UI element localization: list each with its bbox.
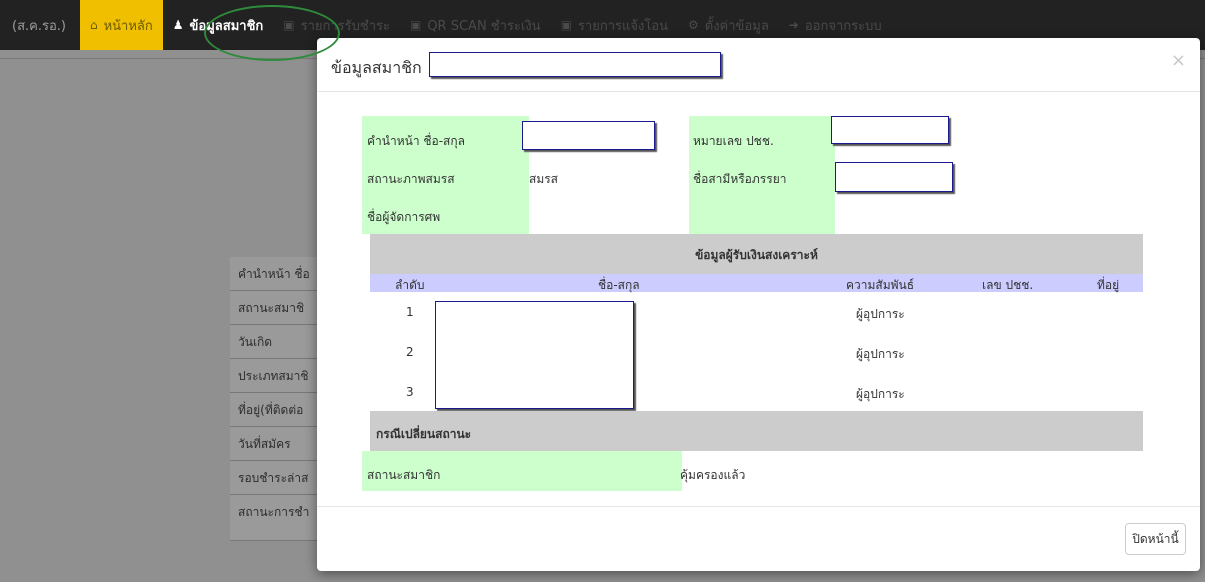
nav-member-info-label: ข้อมูลสมาชิก [189,18,264,34]
bg-row: วันเกิด [230,325,320,359]
nav-logout-label: ออกจากระบบ [804,18,882,34]
beneficiary-column-header: ลำดับ ชื่อ-สกุล ความสัมพันธ์ เลข ปชช. ที… [370,274,1143,292]
close-icon[interactable]: × [1171,50,1186,71]
beneficiary-section-header: ข้อมูลผู้รับเงินสงเคราะห์ [370,234,1143,274]
member-status-value: คุ้มครองแล้ว [680,468,746,482]
bg-row: รอบชำระล่าส [230,461,320,495]
bg-row: ที่อยู่(ที่ติดต่อ [230,393,320,427]
modal-header: ข้อมูลสมาชิก × [317,38,1200,92]
nav-transfer-label: รายการแจ้งโอน [577,18,668,34]
redacted-member-name [429,52,721,77]
beneficiary-row-relation: ผู้อุปการะ [856,307,905,321]
background-member-table: คำนำหน้า ชื่อ สถานะสมาชิ วันเกิด ประเภทส… [230,257,320,541]
col-no: ลำดับ [395,278,425,292]
beneficiary-row-relation: ผู้อุปการะ [856,387,905,401]
redacted-name-value [522,121,655,150]
logout-icon: ➜ [788,18,799,32]
nav-member-info[interactable]: ♟ ข้อมูลสมาชิก [163,0,274,50]
bg-row: ประเภทสมาชิ [230,359,320,393]
spouse-label: ชื่อสามีหรือภรรยา [693,172,787,186]
beneficiary-row-no: 3 [406,385,414,399]
col-name: ชื่อ-สกุล [598,278,640,292]
nav-payments-label: รายการรับชำระ [300,18,390,34]
col-relation: ความสัมพันธ์ [846,278,915,292]
redacted-spouse-value [835,162,953,192]
redacted-citizen-id-value [831,116,949,144]
modal-footer: ปิดหน้านี้ [317,506,1200,571]
close-page-button[interactable]: ปิดหน้านี้ [1125,523,1186,555]
qr-icon: ▣ [409,18,422,32]
bg-row: คำนำหน้า ชื่อ [230,257,320,291]
payments-icon: ▣ [283,18,295,32]
gear-icon: ⚙ [688,18,699,32]
funeral-manager-label: ชื่อผู้จัดการศพ [367,210,441,224]
redacted-beneficiary-names [435,301,634,409]
home-icon: ⌂ [89,18,98,32]
brand-label[interactable]: (ส.ค.รอ.) [0,0,80,50]
bg-row: สถานะสมาชิ [230,291,320,325]
marital-status-label: สถานะภาพสมรส [367,172,455,186]
bg-row: วันที่สมัคร [230,427,320,461]
col-address: ที่อยู่ [1097,278,1120,292]
member-info-modal: ข้อมูลสมาชิก × คำนำหน้า ชื่อ-สกุล สถานะภ… [317,38,1200,571]
user-icon: ♟ [172,18,184,32]
status-change-section-header: กรณีเปลี่ยนสถานะ [370,411,1143,451]
modal-title: ข้อมูลสมาชิก [331,58,422,77]
citizen-id-label: หมายเลข ปชช. [693,134,774,148]
marital-status-value: สมรส [529,172,559,186]
member-status-label: สถานะสมาชิก [367,468,441,482]
nav-qr-scan-label: QR SCAN ชำระเงิน [427,18,541,34]
beneficiary-row-no: 2 [406,345,414,359]
nav-home[interactable]: ⌂ หน้าหลัก [79,0,163,50]
name-label: คำนำหน้า ชื่อ-สกุล [367,134,465,148]
beneficiary-row-no: 1 [406,305,414,319]
nav-settings-label: ตั้งค่าข้อมูล [704,18,769,34]
bg-row: สถานะการชำ [230,495,320,541]
transfer-icon: ▣ [560,18,572,32]
col-citizen-id: เลข ปชช. [982,278,1034,292]
beneficiary-row-relation: ผู้อุปการะ [856,347,905,361]
nav-home-label: หน้าหลัก [103,18,153,34]
